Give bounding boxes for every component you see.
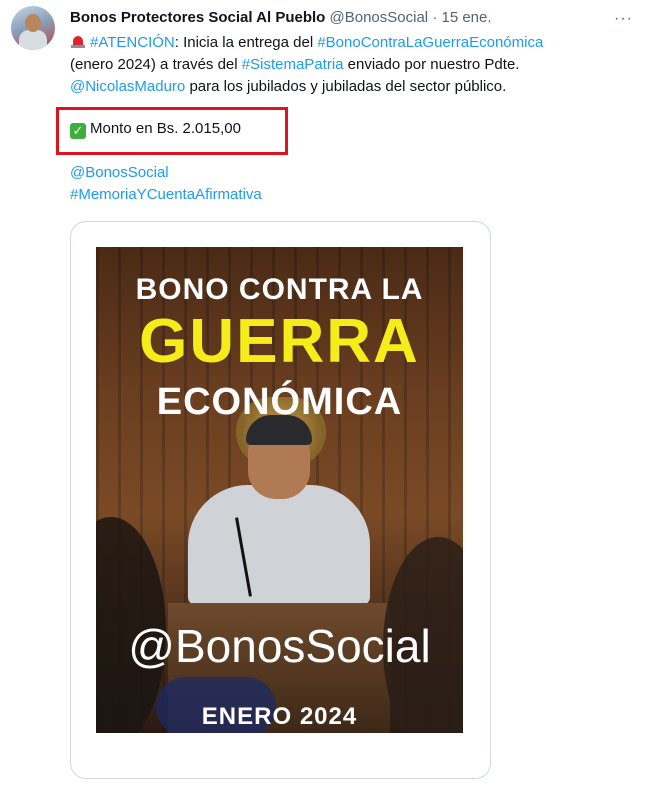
hashtag-memoria-cuenta[interactable]: #MemoriaYCuentaAfirmativa <box>70 184 262 206</box>
tweet-line-1: #ATENCIÓN: Inicia la entrega del #BonoCo… <box>70 32 635 54</box>
hashtag-atencion[interactable]: #ATENCIÓN <box>90 34 175 51</box>
image-watermark: @BonosSocial <box>128 620 431 672</box>
tweet-header: Bonos Protectores Social Al Pueblo @Bono… <box>70 9 492 27</box>
avatar[interactable] <box>11 6 55 50</box>
avatar-body <box>19 30 47 50</box>
tweet-text-segment: (enero 2024) a través del <box>70 56 242 73</box>
media-card[interactable]: BONO CONTRA LA GUERRA ECONÓMICA @BonosSo… <box>70 221 491 779</box>
tweet-line-2: (enero 2024) a través del #SistemaPatria… <box>70 54 635 76</box>
tweet: Bonos Protectores Social Al Pueblo @Bono… <box>0 0 652 785</box>
mention-bonos-social[interactable]: @BonosSocial <box>70 162 262 184</box>
monto-text: Monto en Bs. 2.015,00 <box>90 120 241 137</box>
tweet-date[interactable]: 15 ene. <box>441 9 491 26</box>
bono-image[interactable]: BONO CONTRA LA GUERRA ECONÓMICA @BonosSo… <box>96 247 463 733</box>
more-options-icon[interactable]: ··· <box>614 10 633 28</box>
image-title-line-2: GUERRA <box>139 307 420 376</box>
speaker-jacket <box>188 485 370 605</box>
check-mark-icon: ✓ <box>70 123 86 139</box>
separator-dot: · <box>432 9 438 26</box>
image-footer-date: ENERO 2024 <box>201 703 358 730</box>
image-title-line-3: ECONÓMICA <box>156 381 403 423</box>
image-title-line-1: BONO CONTRA LA <box>135 273 424 306</box>
tweet-line-3: @NicolasMaduro para los jubilados y jubi… <box>70 76 635 98</box>
tweet-text-segment: : Inicia la entrega del <box>174 34 318 51</box>
hashtag-bono-guerra[interactable]: #BonoContraLaGuerraEconómica <box>317 34 543 51</box>
avatar-head <box>25 14 41 32</box>
hashtag-sistema-patria[interactable]: #SistemaPatria <box>242 56 344 73</box>
tweet-tags: @BonosSocial #MemoriaYCuentaAfirmativa <box>70 162 262 206</box>
author-handle[interactable]: @BonosSocial <box>330 9 429 26</box>
siren-icon <box>70 34 86 48</box>
tweet-text-segment: para los jubilados y jubiladas del secto… <box>185 78 507 95</box>
monto-line: ✓ Monto en Bs. 2.015,00 <box>70 118 241 140</box>
mention-nicolas-maduro[interactable]: @NicolasMaduro <box>70 78 185 95</box>
tweet-text-segment: enviado por nuestro Pdte. <box>343 56 520 73</box>
tweet-text: #ATENCIÓN: Inicia la entrega del #BonoCo… <box>70 32 635 98</box>
author-name[interactable]: Bonos Protectores Social Al Pueblo <box>70 9 325 26</box>
